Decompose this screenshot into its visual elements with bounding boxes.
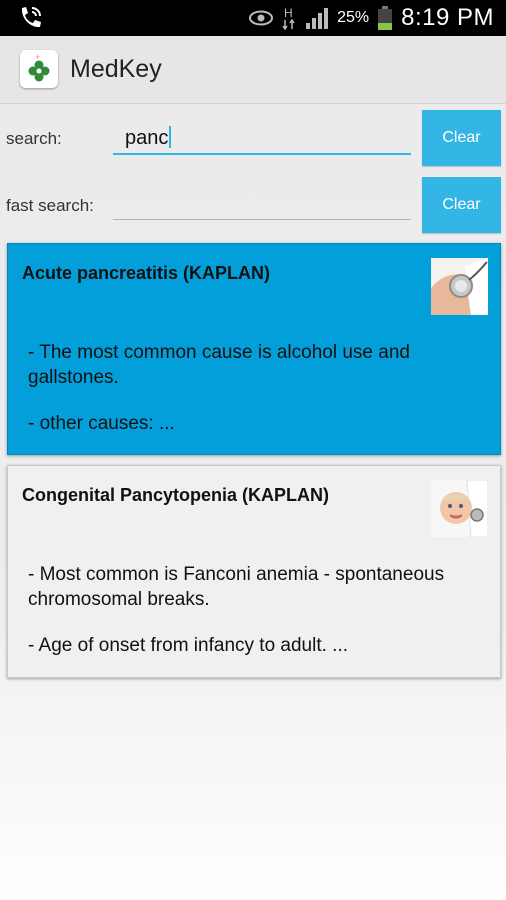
- result-title: Acute pancreatitis (KAPLAN): [22, 263, 271, 283]
- svg-text:H: H: [284, 6, 293, 20]
- stethoscope-image: [431, 258, 488, 315]
- text-cursor: [169, 126, 172, 148]
- baby-doctor-image: [431, 480, 488, 537]
- battery-percent: 25%: [337, 9, 370, 26]
- fast-search-label: fast search:: [6, 196, 94, 215]
- search-input[interactable]: panc: [113, 121, 411, 155]
- result-card[interactable]: Congenital Pancytopenia (KAPLAN) - Most …: [7, 465, 501, 678]
- hspa-data-icon: H: [282, 6, 295, 31]
- clock: 8:19 PM: [401, 4, 494, 31]
- result-body: - Most common is Fanconi anemia - sponta…: [28, 562, 483, 679]
- action-bar: + MedKey: [0, 36, 506, 104]
- battery-icon: [378, 6, 393, 30]
- signal-icon: [306, 8, 329, 29]
- result-title: Congenital Pancytopenia (KAPLAN): [22, 485, 330, 505]
- medkey-logo-icon[interactable]: +: [20, 50, 58, 88]
- search-input-value: panc: [125, 127, 169, 149]
- app-title: MedKey: [70, 55, 162, 83]
- phone-call-icon: [21, 7, 41, 28]
- result-line: - The most common cause is alcohol use a…: [28, 342, 410, 388]
- status-bar: H 25% 8:19 PM: [0, 0, 506, 36]
- search-clear-button[interactable]: Clear: [422, 110, 501, 166]
- result-body: - The most common cause is alcohol use a…: [28, 340, 483, 457]
- fast-search-clear-button[interactable]: Clear: [422, 177, 501, 233]
- fast-search-input[interactable]: [113, 186, 411, 220]
- result-card[interactable]: Acute pancreatitis (KAPLAN) - The most c…: [7, 243, 501, 455]
- svg-text:+: +: [35, 52, 40, 62]
- eye-icon: [249, 10, 274, 26]
- result-line: - Age of onset from infancy to adult. ..…: [28, 635, 349, 656]
- search-label: search:: [6, 129, 62, 148]
- result-line: - Most common is Fanconi anemia - sponta…: [28, 564, 445, 610]
- result-line: - other causes: ...: [28, 413, 175, 434]
